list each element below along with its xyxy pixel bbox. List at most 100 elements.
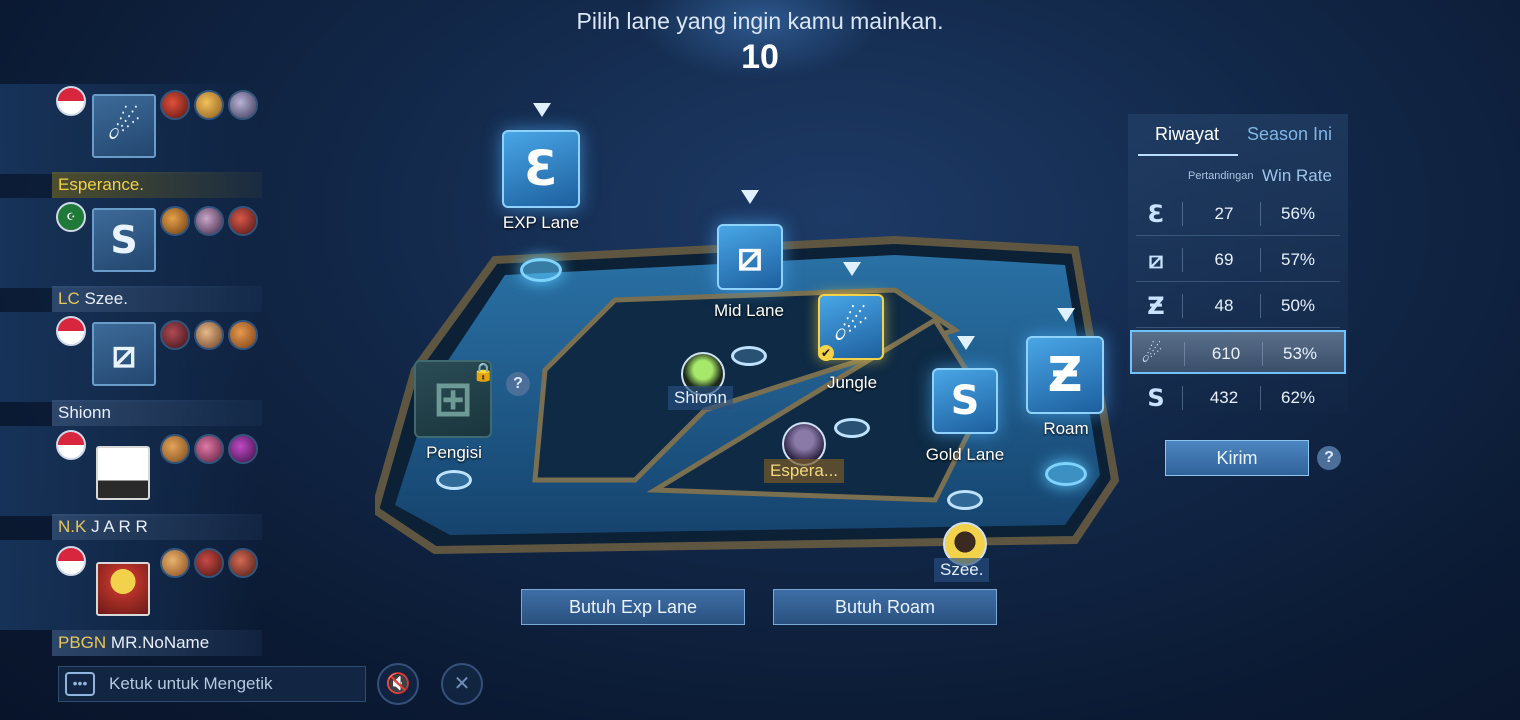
chat-placeholder: Ketuk untuk Mengetik [109,674,273,693]
stats-row[interactable]: Ƶ 48 50% [1136,284,1340,328]
down-arrow-icon [1057,308,1075,322]
jungle-icon: ☄ [1141,340,1163,368]
mid-lane-spawn-pad[interactable] [731,346,767,366]
down-arrow-icon [957,336,975,350]
indonesia-flag-icon [56,316,86,346]
stats-row[interactable]: S 432 62% [1136,376,1340,420]
countdown-timer: 10 [741,38,779,76]
winrate-value: 62% [1280,388,1316,407]
roam-spawn-pad[interactable] [1045,462,1087,486]
lock-icon: 🔒 [472,362,495,382]
stats-row[interactable]: ⧄ 69 57% [1136,238,1340,282]
down-arrow-icon [741,190,759,204]
player-avatar [96,562,150,616]
mid-lane-label: Mid Lane [714,301,784,320]
matches-value: 610 [1211,344,1241,363]
player-name-text: Szee. [84,289,128,308]
jungle-icon: ☄ [92,94,156,158]
map-player-name: Espera... [764,459,845,483]
hero-pick-icon[interactable] [194,548,224,578]
matches-value: 69 [1214,250,1234,269]
hero-pick-icon[interactable] [160,548,190,578]
player-tag: PBGN [58,633,107,652]
filler-spawn-pad[interactable] [436,470,472,490]
stats-row[interactable]: Ɛ 27 56% [1136,192,1340,236]
chat-input[interactable]: ••• Ketuk untuk Mengetik [58,666,366,702]
winrate-value: 53% [1282,344,1318,363]
lane-stats-panel: Riwayat Season Ini Pertandingan Win Rate… [1128,114,1348,414]
jungle-label: Jungle [826,373,878,392]
player-name: Shionn [52,400,262,426]
roam-label: Roam [1043,419,1089,438]
gold-lane-icon[interactable]: S [932,368,998,434]
roam-icon[interactable]: Ƶ [1026,336,1104,414]
player-avatar [96,446,150,500]
matches-value: 27 [1214,204,1234,223]
matches-value: 432 [1209,388,1239,407]
tab-this-season[interactable]: Season Ini [1247,124,1332,145]
exp-lane-label: EXP Lane [502,213,580,232]
down-arrow-icon [843,262,861,276]
map-player-name: Shionn [668,386,733,410]
mid-lane-icon: ⧄ [92,322,156,386]
player-name: Esperance. [52,172,262,198]
indonesia-flag-icon [56,86,86,116]
player-name: PBGN MR.NoName [52,630,262,656]
roam-icon: Ƶ [1147,292,1165,320]
exp-lane-spawn-pad[interactable] [520,258,562,282]
stats-row-selected[interactable]: ☄ 610 53% [1130,330,1346,374]
player-name-text: MR.NoName [110,633,210,652]
tab-history[interactable]: Riwayat [1155,124,1219,145]
hero-pick-icon[interactable] [160,206,190,236]
gold-lane-icon: S [1147,384,1165,412]
hero-pick-icon[interactable] [194,434,224,464]
player-name-text: Shionn [58,403,111,422]
player-tag: N.K [58,517,87,536]
exp-lane-icon[interactable]: Ɛ [502,130,580,208]
player-name-text: Esperance. [58,175,144,194]
matches-column-header: Pertandingan [1188,170,1254,182]
mid-lane-icon: ⧄ [1148,246,1164,274]
player-tag: LC [58,289,80,308]
mid-lane-icon[interactable]: ⧄ [717,224,783,290]
gold-lane-icon: S [92,208,156,272]
gold-lane-spawn-pad[interactable] [947,490,983,510]
mute-speaker-icon[interactable]: 🔇 [377,663,419,705]
filler-help-icon[interactable]: ? [506,372,530,396]
gold-lane-label: Gold Lane [925,445,1005,464]
player-name: LC Szee. [52,286,262,312]
need-roam-button[interactable]: Butuh Roam [773,589,997,625]
winrate-value: 50% [1280,296,1316,315]
player-name-text: J A R R [91,517,148,536]
active-tab-indicator [1138,154,1238,156]
hero-pick-icon[interactable] [228,320,258,350]
winrate-value: 56% [1280,204,1316,223]
saudi-flag-icon: ☪ [56,202,86,232]
send-button[interactable]: Kirim [1165,440,1309,476]
hero-pick-icon[interactable] [194,320,224,350]
hero-pick-icon[interactable] [228,548,258,578]
down-arrow-icon [533,103,551,117]
filler-label: Pengisi [426,443,482,462]
indonesia-flag-icon [56,430,86,460]
hero-pick-icon[interactable] [160,90,190,120]
mute-microphone-icon[interactable]: ✕ [441,663,483,705]
chat-bubble-icon: ••• [65,672,95,696]
hero-pick-icon[interactable] [160,320,190,350]
hero-pick-icon[interactable] [194,206,224,236]
hero-pick-icon[interactable] [160,434,190,464]
hero-pick-icon[interactable] [228,90,258,120]
jungle-spawn-pad[interactable] [834,418,870,438]
stats-help-icon[interactable]: ? [1317,446,1341,470]
winrate-value: 57% [1280,250,1316,269]
map-player-name: Szee. [934,558,990,582]
hero-pick-icon[interactable] [228,206,258,236]
winrate-column-header: Win Rate [1262,166,1332,185]
lane-prompt: Pilih lane yang ingin kamu mainkan. [576,8,944,34]
exp-lane-icon: Ɛ [1147,200,1165,228]
hero-pick-icon[interactable] [194,90,224,120]
need-exp-lane-button[interactable]: Butuh Exp Lane [521,589,745,625]
matches-value: 48 [1214,296,1234,315]
hero-pick-icon[interactable] [228,434,258,464]
indonesia-flag-icon [56,546,86,576]
